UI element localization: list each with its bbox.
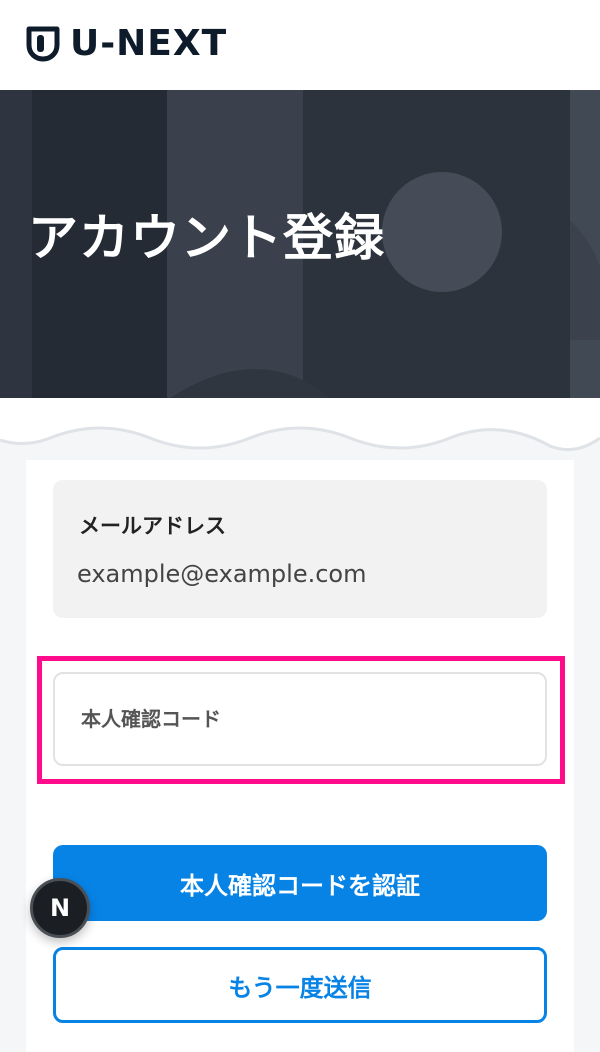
resend-code-button[interactable]: もう一度送信	[53, 947, 547, 1023]
wave-divider	[0, 398, 600, 452]
page-title: アカウント登録	[28, 209, 385, 267]
shield-logo-icon	[26, 26, 60, 62]
top-header: U-NEXT	[0, 0, 600, 90]
dev-tools-badge[interactable]: N	[30, 878, 90, 938]
verify-code-button[interactable]: 本人確認コードを認証	[53, 845, 547, 921]
email-value: example@example.com	[77, 560, 367, 588]
hero-banner: アカウント登録	[0, 90, 600, 398]
email-label: メールアドレス	[79, 514, 226, 538]
verification-code-input[interactable]	[53, 672, 547, 766]
brand-logo[interactable]: U-NEXT	[26, 26, 227, 62]
brand-name: U-NEXT	[70, 23, 228, 64]
email-display-box: メールアドレス example@example.com	[53, 480, 547, 618]
dev-badge-letter: N	[49, 894, 71, 922]
